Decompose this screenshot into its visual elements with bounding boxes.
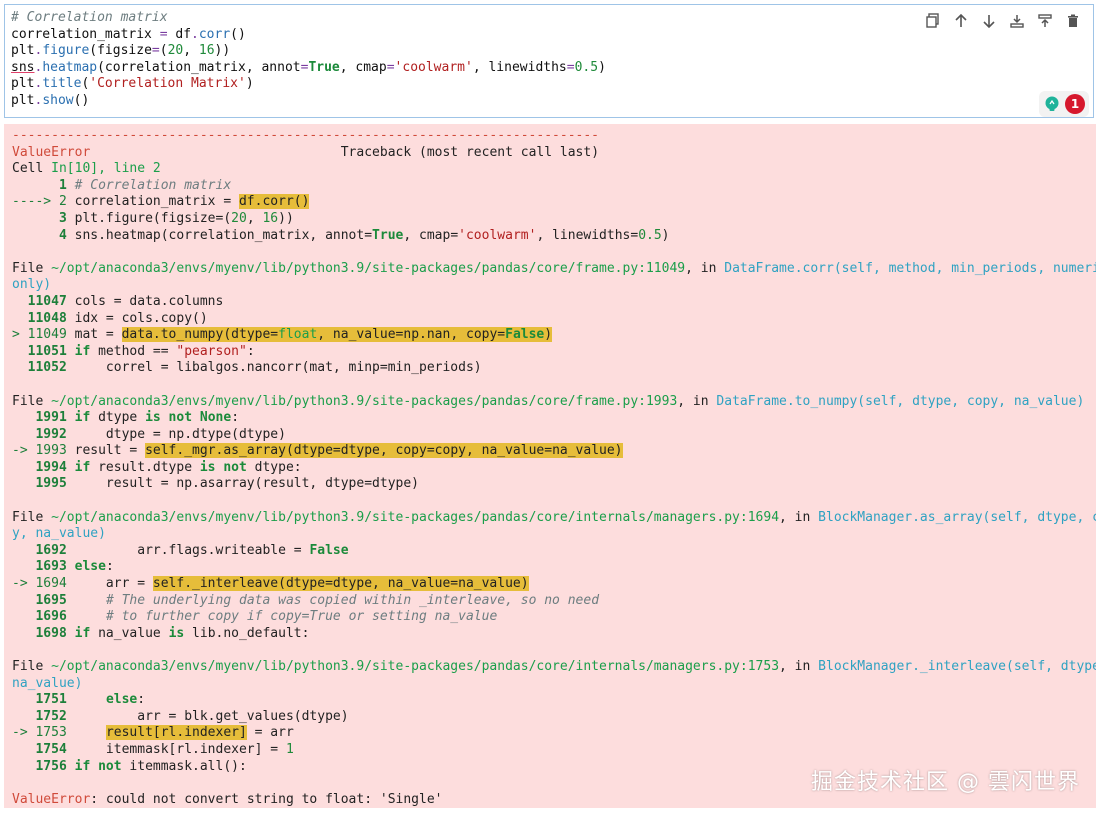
func-link[interactable]: BlockManager._interleave(self, dtype,	[818, 659, 1096, 674]
frame-header-1: File ~/opt/anaconda3/envs/myenv/lib/pyth…	[12, 261, 1096, 276]
file-link[interactable]: ~/opt/anaconda3/envs/myenv/lib/python3.9…	[51, 261, 685, 276]
tb-line: 11051 if method == "pearson":	[27, 343, 255, 359]
tb-line: 1693 else:	[35, 559, 114, 575]
code-editor[interactable]: # Correlation matrix correlation_matrix …	[11, 10, 606, 110]
traceback-separator: ----------------------------------------…	[12, 128, 599, 143]
insert-above-icon	[1038, 14, 1052, 27]
insert-below-icon	[1010, 15, 1024, 28]
code-line-4: sns.heatmap(correlation_matrix, annot=Tr…	[11, 59, 606, 75]
frame-header-1-wrap: only)	[12, 277, 52, 293]
frame-header-3: File ~/opt/anaconda3/envs/myenv/lib/pyth…	[12, 510, 1096, 525]
duplicate-cell-button[interactable]	[923, 11, 943, 31]
cell-ref-link[interactable]: In[10], line 2	[51, 161, 161, 176]
tb-line: 1696 # to further copy if copy=True or s…	[35, 609, 498, 625]
error-output: ----------------------------------------…	[4, 124, 1096, 808]
frame-header-4-wrap: na_value)	[12, 675, 83, 691]
tb-line: 4 sns.heatmap(correlation_matrix, annot=…	[58, 227, 670, 243]
code-line-1: # Correlation matrix	[11, 10, 168, 25]
func-link[interactable]: BlockManager.as_array(self, dtype, cop	[818, 510, 1096, 525]
tb-line: 11052 correl = libalgos.nancorr(mat, min…	[27, 360, 482, 376]
func-link[interactable]: DataFrame.corr(self, method, min_periods…	[724, 261, 1096, 276]
traceback: ----------------------------------------…	[12, 128, 1096, 808]
final-error-message: : could not convert string to float: 'Si…	[90, 791, 443, 807]
lightbulb-icon	[1045, 96, 1059, 111]
cell-ref-prefix: Cell	[12, 161, 52, 177]
move-up-icon	[955, 13, 967, 27]
tb-line: 11047 cols = data.columns	[27, 293, 224, 309]
code-line-3: plt.figure(figsize=(20, 16))	[11, 43, 231, 59]
final-error-type: ValueError	[12, 791, 91, 807]
tb-line: 1992 dtype = np.dtype(dtype)	[35, 426, 286, 442]
insert-below-button[interactable]	[1007, 11, 1027, 31]
func-link[interactable]: DataFrame.to_numpy(self, dtype, copy, na…	[716, 394, 1084, 409]
delete-cell-button[interactable]	[1063, 11, 1083, 31]
tb-line: 1752 arr = blk.get_values(dtype)	[35, 708, 349, 724]
frame-header-3-wrap: y, na_value)	[12, 526, 106, 542]
notification-badge: 1	[1065, 94, 1085, 114]
final-error: ValueError: could not convert string to …	[12, 792, 442, 807]
frame-header-4: File ~/opt/anaconda3/envs/myenv/lib/pyth…	[12, 659, 1096, 674]
tb-line: 1754 itemmask[rl.indexer] = 1	[35, 741, 294, 757]
code-line-2: correlation_matrix = df.corr()	[11, 26, 246, 42]
watermark: 掘金技术社区 @ 雲闪世界	[811, 770, 1080, 795]
cell-toolbar	[923, 11, 1083, 31]
tb-line: 1695 # The underlying data was copied wi…	[35, 592, 600, 608]
file-link[interactable]: ~/opt/anaconda3/envs/myenv/lib/python3.9…	[51, 659, 779, 674]
tb-line: 1698 if na_value is lib.no_default:	[35, 625, 310, 641]
tb-line: 1751 else:	[35, 692, 146, 708]
tb-line: 11048 idx = cols.copy()	[27, 310, 208, 326]
move-down-button[interactable]	[979, 11, 999, 31]
tb-line: 1692 arr.flags.writeable = False	[35, 542, 349, 558]
tb-line: ----> 2 correlation_matrix = df.corr()	[12, 194, 310, 210]
tb-line: 1994 if result.dtype is not dtype:	[35, 459, 302, 475]
code-cell[interactable]: # Correlation matrix correlation_matrix …	[4, 4, 1094, 118]
tb-line: 1991 if dtype is not None:	[35, 410, 240, 426]
tb-line: -> 1753 result[rl.indexer] = arr	[12, 725, 294, 741]
move-up-button[interactable]	[951, 11, 971, 31]
file-link[interactable]: ~/opt/anaconda3/envs/myenv/lib/python3.9…	[51, 510, 779, 525]
frame-header-2: File ~/opt/anaconda3/envs/myenv/lib/pyth…	[12, 393, 1085, 409]
move-down-icon	[983, 15, 995, 29]
delete-icon	[1068, 14, 1078, 27]
insert-above-button[interactable]	[1035, 11, 1055, 31]
tb-line: 3 plt.figure(figsize=(20, 16))	[58, 210, 294, 226]
file-link[interactable]: ~/opt/anaconda3/envs/myenv/lib/python3.9…	[51, 394, 677, 409]
assistant-suggestion[interactable]: 1	[1039, 91, 1089, 117]
tb-line: > 11049 mat = data.to_numpy(dtype=float,…	[12, 327, 553, 343]
tb-line: 1756 if not itemmask.all():	[35, 758, 247, 774]
code-line-6: plt.show()	[11, 92, 90, 108]
code-line-5: plt.title('Correlation Matrix')	[11, 76, 254, 92]
error-type: ValueError	[12, 144, 91, 160]
duplicate-icon	[926, 13, 939, 28]
traceback-label: Traceback (most recent call last)	[340, 144, 600, 160]
tb-line: -> 1993 result = self._mgr.as_array(dtyp…	[12, 443, 623, 459]
tb-line: 1 # Correlation matrix	[58, 177, 232, 193]
tb-line: 1995 result = np.asarray(result, dtype=d…	[35, 476, 419, 492]
tb-line: -> 1694 arr = self._interleave(dtype=dty…	[12, 576, 529, 592]
